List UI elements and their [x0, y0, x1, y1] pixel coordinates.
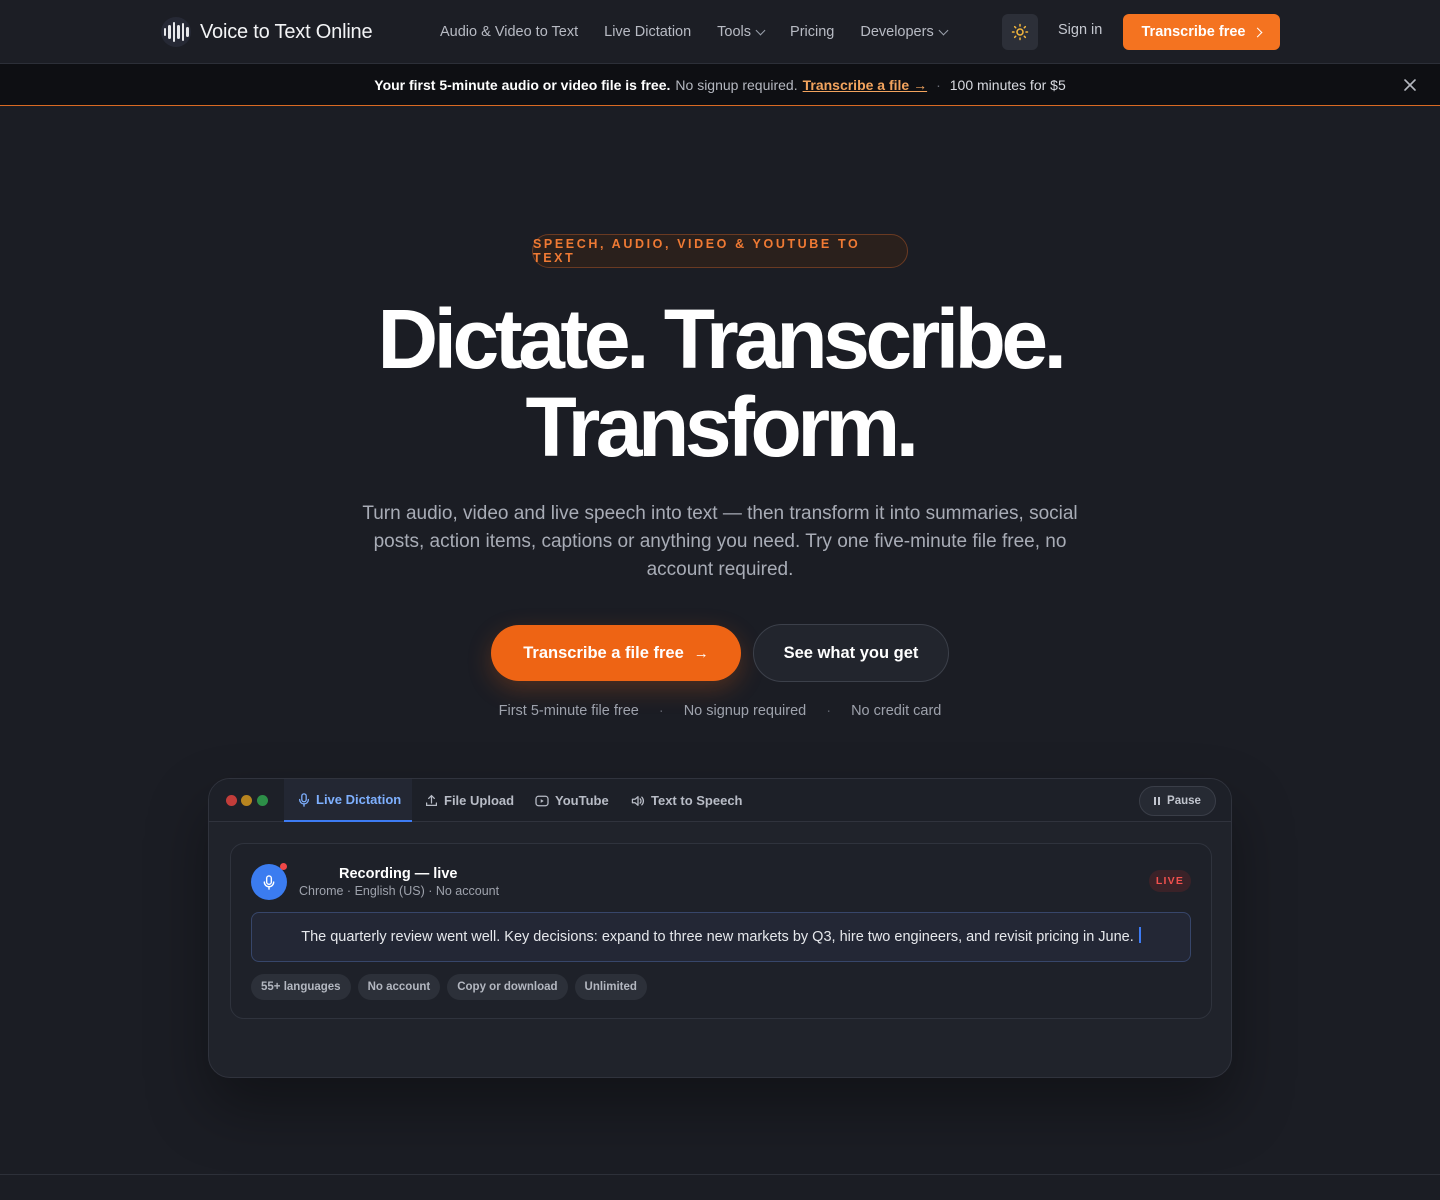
tab-label: File Upload: [444, 793, 515, 808]
hero-headline: Dictate. Transcribe. Transform.: [220, 295, 1220, 471]
pause-button[interactable]: Pause: [1139, 786, 1216, 816]
waveform-logo-icon: [161, 17, 191, 47]
nav-link-tools[interactable]: Tools: [717, 24, 766, 40]
hero-perks: First 5-minute file free · No signup req…: [0, 703, 1440, 719]
transcript-text: The quarterly review went well. Key deci…: [301, 929, 1134, 945]
transcribe-free-button[interactable]: Transcribe free: [1123, 14, 1280, 50]
headline-line-2: Transform.: [525, 380, 919, 474]
demo-tab-bar: Live Dictation File Upload YouTube Text …: [209, 779, 1231, 822]
section-divider: [0, 1174, 1440, 1175]
brand[interactable]: Voice to Text Online: [161, 17, 373, 47]
hero-subhead: Turn audio, video and live speech into t…: [362, 503, 1078, 580]
nav-link-live-dictation[interactable]: Live Dictation: [604, 24, 691, 40]
recording-indicator-dot: [280, 863, 287, 870]
chevron-right-icon: [1253, 27, 1263, 37]
recording-title: Recording — live: [339, 866, 458, 882]
recording-card: Recording — live Chrome · English (US) ·…: [230, 843, 1212, 1019]
feature-chip: 55+ languages: [251, 974, 351, 1000]
perk-item: No signup required: [683, 703, 807, 719]
live-badge: LIVE: [1149, 870, 1191, 892]
mic-icon: [263, 874, 275, 890]
nav-link-label: Pricing: [790, 24, 835, 40]
transcribe-file-free-button[interactable]: Transcribe a file free →: [491, 625, 741, 681]
window-dot-green: [257, 795, 268, 806]
speaker-icon: [631, 795, 644, 806]
banner-transcribe-link[interactable]: Transcribe a file →: [803, 77, 928, 93]
tab-label: YouTube: [555, 793, 609, 808]
top-nav: Voice to Text Online Audio & Video to Te…: [0, 0, 1440, 64]
tab-label: Live Dictation: [316, 792, 402, 807]
promo-banner: Your first 5-minute audio or video file …: [0, 64, 1440, 106]
perk-separator: ·: [658, 703, 664, 719]
theme-toggle-button[interactable]: [1002, 14, 1038, 50]
tab-text-to-speech[interactable]: Text to Speech: [631, 779, 743, 822]
banner-headline: Your first 5-minute audio or video file …: [374, 76, 671, 93]
banner-price: 100 minutes for $5: [949, 76, 1066, 93]
feature-chip: Copy or download: [447, 974, 568, 1000]
demo-window: Live Dictation File Upload YouTube Text …: [208, 778, 1232, 1078]
tab-label: Text to Speech: [651, 793, 743, 808]
youtube-icon: [535, 795, 549, 806]
transcript-box[interactable]: The quarterly review went well. Key deci…: [251, 912, 1191, 962]
mic-icon: [298, 792, 310, 807]
transcribe-free-label: Transcribe free: [1141, 24, 1246, 40]
banner-note: No signup required.: [675, 76, 798, 93]
nav-link-pricing[interactable]: Pricing: [790, 24, 834, 40]
chevron-down-icon: [755, 25, 766, 35]
headline-line-1: Dictate. Transcribe.: [377, 292, 1068, 386]
nav-links: Audio & Video to Text Live Dictation Too…: [440, 0, 973, 64]
tab-live-dictation[interactable]: Live Dictation: [284, 779, 412, 822]
tab-youtube[interactable]: YouTube: [535, 779, 609, 822]
perk-item: No credit card: [851, 703, 942, 719]
banner-separator: ·: [936, 76, 941, 93]
brand-name: Voice to Text Online: [200, 20, 373, 43]
tab-file-upload[interactable]: File Upload: [425, 779, 514, 822]
recording-meta: Chrome · English (US) · No account: [299, 884, 500, 898]
window-dot-yellow: [241, 795, 252, 806]
sun-icon: [1011, 23, 1029, 41]
nav-link-label: Live Dictation: [604, 24, 692, 40]
chevron-down-icon: [938, 25, 949, 35]
nav-link-audio-video[interactable]: Audio & Video to Text: [440, 24, 578, 40]
upload-icon: [426, 794, 437, 806]
feature-chip: No account: [357, 974, 441, 1000]
window-dot-red: [226, 795, 237, 806]
pause-label: Pause: [1167, 795, 1201, 807]
nav-link-label: Audio & Video to Text: [440, 24, 579, 40]
see-what-you-get-button[interactable]: See what you get: [753, 624, 949, 682]
close-icon[interactable]: [1402, 77, 1418, 93]
arrow-right-icon: →: [693, 644, 709, 662]
nav-link-label: Developers: [860, 24, 934, 40]
feature-chip: Unlimited: [574, 974, 647, 1000]
feature-chips: 55+ languages No account Copy or downloa…: [251, 974, 647, 1000]
nav-link-developers[interactable]: Developers: [860, 24, 949, 40]
perk-item: First 5-minute file free: [498, 703, 639, 719]
perk-separator: ·: [826, 703, 832, 719]
pause-icon: [1154, 797, 1161, 805]
text-caret: [1138, 927, 1141, 943]
primary-cta-label: Transcribe a file free: [523, 643, 684, 662]
hero-eyebrow-badge: SPEECH, AUDIO, VIDEO & YOUTUBE TO TEXT: [532, 234, 908, 268]
nav-link-label: Tools: [717, 24, 752, 40]
sign-in-link[interactable]: Sign in: [1058, 22, 1102, 38]
